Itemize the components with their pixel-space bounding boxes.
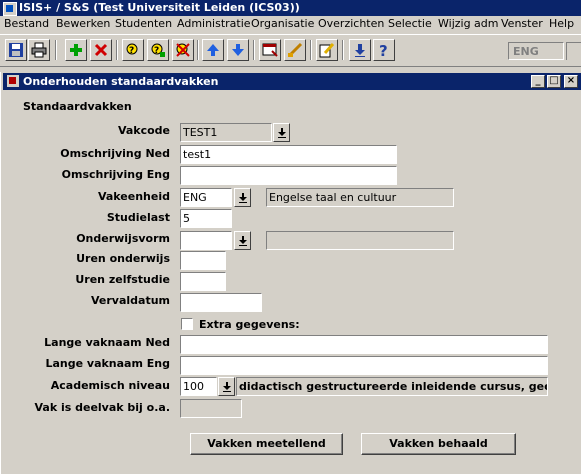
svg-text:?: ? [129,46,134,56]
menu-selectie[interactable]: Selectie [388,17,432,30]
delete-record-button[interactable] [90,39,112,61]
query-button[interactable]: ? [122,39,144,61]
minimize-button[interactable]: _ [531,75,545,88]
lange-vaknaam-eng-field[interactable] [180,356,548,375]
omschrijving-ned-label: Omschrijving Ned [60,147,170,160]
vakeenheid-description: Engelse taal en cultuur [266,188,454,207]
onderwijsvorm-description [266,231,454,250]
add-record-button[interactable] [65,39,87,61]
toolbar: ? ? ? ENG [0,34,581,67]
vakken-meetellend-button[interactable]: Vakken meetellend [190,433,343,455]
section-title: Standaardvakken [23,100,132,113]
academisch-niveau-description: didactisch gestructureerde inleidende cu… [236,377,548,396]
menu-overzichten[interactable]: Overzichten [318,17,384,30]
previous-record-button[interactable] [202,39,224,61]
omschrijving-eng-field[interactable] [180,166,397,185]
window-icon [7,75,19,87]
maximize-icon: □ [549,75,559,86]
query-cancel-button[interactable] [172,39,194,61]
extra-gegevens-label: Extra gegevens: [199,318,300,331]
studielast-field[interactable]: 5 [180,209,232,228]
download-button[interactable] [349,39,371,61]
app-title-bar: ISIS+ / S&S (Test Universiteit Leiden (I… [0,0,581,16]
menu-bar: Bestand Bewerken Studenten Administratie… [0,16,581,33]
vakken-behaald-button[interactable]: Vakken behaald [361,433,516,455]
academisch-niveau-lov-button[interactable] [218,377,235,396]
app-title: ISIS+ / S&S (Test Universiteit Leiden (I… [19,1,300,14]
lange-vaknaam-ned-label: Lange vaknaam Ned [44,336,170,349]
studielast-label: Studielast [106,211,170,224]
omschrijving-eng-label: Omschrijving Eng [61,168,170,181]
save-button[interactable] [5,39,27,61]
list-button[interactable] [259,39,281,61]
vakeenheid-label: Vakeenheid [97,190,170,203]
help-button[interactable]: ? [373,39,395,61]
vakcode-label: Vakcode [117,124,170,137]
menu-venster[interactable]: Venster [501,17,543,30]
edit-button[interactable] [316,39,338,61]
lange-vaknaam-ned-field[interactable] [180,335,548,354]
uren-onderwijs-field[interactable] [180,251,226,270]
menu-help[interactable]: Help [549,17,574,30]
status-box [566,42,581,60]
query-execute-button[interactable]: ? [147,39,169,61]
vervaldatum-label: Vervaldatum [90,294,170,307]
onderwijsvorm-label: Onderwijsvorm [76,232,170,245]
close-icon: × [566,75,576,86]
lange-vaknaam-eng-label: Lange vaknaam Eng [45,357,170,370]
maximize-button[interactable]: □ [547,75,561,88]
menu-studenten[interactable]: Studenten [115,17,172,30]
onderwijsvorm-field[interactable] [180,231,232,250]
vak-deelvak-field [180,399,242,418]
extra-gegevens-checkbox[interactable] [181,318,193,330]
academisch-niveau-label: Academisch niveau [50,379,170,392]
vervaldatum-field[interactable] [180,293,262,312]
uren-zelfstudie-label: Uren zelfstudie [75,273,170,286]
onderwijsvorm-lov-button[interactable] [234,231,251,250]
form-window-title-bar: Onderhouden standaardvakken _ □ × [3,73,581,90]
svg-text:?: ? [154,46,159,56]
omschrijving-ned-field[interactable]: test1 [180,145,397,164]
menu-bewerken[interactable]: Bewerken [56,17,110,30]
print-button[interactable] [28,39,50,61]
vakcode-lov-button[interactable] [273,123,290,142]
minimize-icon: _ [535,75,541,86]
vakeenheid-lov-button[interactable] [234,188,251,207]
menu-wijzig-adm[interactable]: Wijzig adm [438,17,499,30]
academisch-niveau-field[interactable]: 100 [180,377,217,396]
uren-onderwijs-label: Uren onderwijs [76,252,170,265]
vakeenheid-field[interactable]: ENG [180,188,232,207]
next-record-button[interactable] [227,39,249,61]
close-button[interactable]: × [564,75,578,88]
language-indicator: ENG [508,42,564,60]
vak-deelvak-label: Vak is deelvak bij o.a. [34,401,170,414]
clear-button[interactable] [284,39,306,61]
menu-administratie[interactable]: Administratie [177,17,251,30]
svg-text:?: ? [379,42,388,58]
app-icon [3,2,17,16]
menu-organisatie[interactable]: Organisatie [251,17,314,30]
menu-bestand[interactable]: Bestand [4,17,49,30]
uren-zelfstudie-field[interactable] [180,272,226,291]
vakcode-field[interactable]: TEST1 [180,123,272,142]
form-window-title: Onderhouden standaardvakken [23,75,219,88]
